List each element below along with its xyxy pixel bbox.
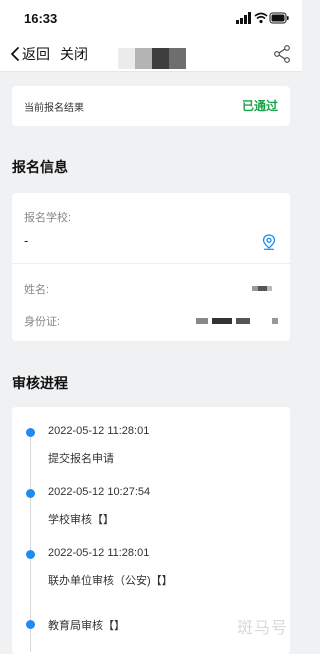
id-value-redacted bbox=[192, 317, 278, 325]
status-badge: 已通过 bbox=[241, 99, 278, 113]
title-redaction-mosaic bbox=[118, 48, 186, 69]
status-bar: 16:33 bbox=[0, 0, 302, 34]
back-button[interactable]: 返回 bbox=[10, 44, 50, 64]
result-card: 当前报名结果 已通过 bbox=[12, 86, 290, 126]
progress-section-title: 审核进程 bbox=[12, 375, 68, 391]
timeline-time: 2022-05-12 11:28:01 bbox=[48, 547, 150, 559]
info-card: 报名学校: - 姓名: 身份证: bbox=[12, 193, 290, 341]
timeline-time: 2022-05-12 11:28:01 bbox=[48, 425, 150, 437]
back-label: 返回 bbox=[22, 46, 50, 62]
signal-icon bbox=[236, 12, 251, 24]
school-label: 报名学校: bbox=[24, 212, 72, 224]
timeline-line bbox=[30, 432, 31, 652]
info-section-title: 报名信息 bbox=[12, 159, 68, 175]
battery-icon bbox=[269, 12, 289, 24]
close-button[interactable]: 关闭 bbox=[60, 44, 88, 64]
timeline-dot bbox=[26, 489, 35, 498]
timeline-step: 教育局审核【】 bbox=[48, 620, 125, 632]
result-label: 当前报名结果 bbox=[24, 103, 84, 114]
share-icon[interactable] bbox=[274, 45, 290, 63]
chevron-left-icon bbox=[11, 47, 19, 61]
timeline-dot bbox=[26, 620, 35, 629]
timeline-time: 2022-05-12 10:27:54 bbox=[48, 486, 151, 498]
timeline-dot bbox=[26, 428, 35, 437]
name-value-redacted bbox=[252, 286, 272, 291]
status-icons bbox=[236, 12, 290, 24]
wifi-icon bbox=[254, 12, 268, 24]
timeline-dot bbox=[26, 550, 35, 559]
timeline-step: 学校审核【】 bbox=[48, 514, 114, 526]
location-pin-icon[interactable] bbox=[262, 234, 276, 250]
status-time: 16:33 bbox=[24, 11, 58, 26]
id-label: 身份证: bbox=[24, 316, 61, 328]
school-value: - bbox=[24, 233, 29, 248]
name-label: 姓名: bbox=[24, 284, 50, 296]
watermark: 斑马号 bbox=[236, 620, 288, 637]
divider bbox=[12, 263, 290, 264]
timeline-step: 提交报名申请 bbox=[48, 453, 114, 465]
timeline-step: 联办单位审核（公安)【】 bbox=[48, 575, 173, 587]
